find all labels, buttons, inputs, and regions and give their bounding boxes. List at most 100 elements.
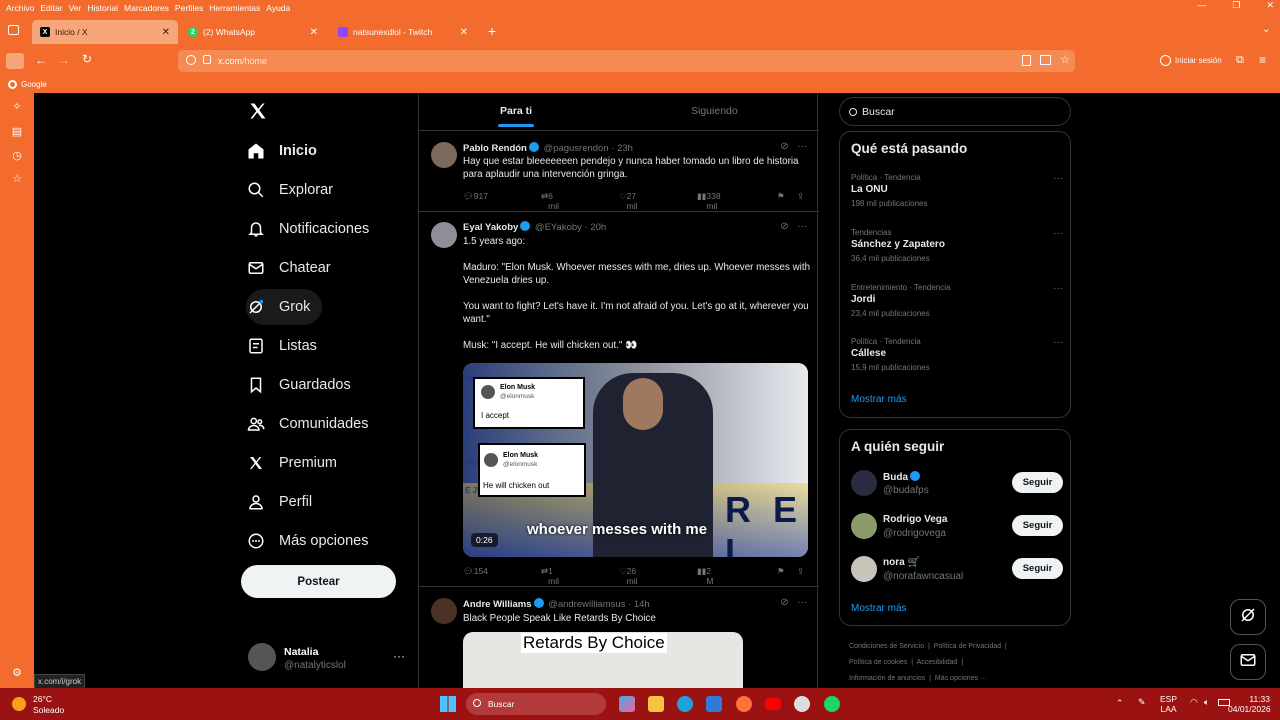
tab-menu-chevron-icon[interactable]: ⌄	[1262, 24, 1270, 35]
mail-icon[interactable]	[706, 696, 722, 712]
tray-pen-icon[interactable]: ✎	[1138, 697, 1146, 708]
search-field[interactable]: Buscar	[839, 97, 1071, 126]
menu-marcadores[interactable]: Marcadores	[124, 3, 169, 13]
copilot-icon[interactable]	[619, 696, 635, 712]
lang-indicator[interactable]: ESP LAA	[1160, 694, 1177, 714]
repost-button[interactable]: ⇄ 6 mil	[541, 191, 559, 211]
menu-herramientas[interactable]: Herramientas	[209, 3, 260, 13]
avatar[interactable]	[851, 556, 877, 582]
account-icon[interactable]	[1160, 55, 1171, 66]
ai-sparkle-icon[interactable]: ✧	[11, 101, 23, 113]
footer-link[interactable]: Accesibilidad	[917, 659, 958, 666]
grok-icon[interactable]: ⊘	[780, 597, 788, 608]
menu-ayuda[interactable]: Ayuda	[266, 3, 290, 13]
views-button[interactable]: ▮▮ 2 M	[697, 566, 713, 586]
like-button[interactable]: ♡ 27 mil	[619, 191, 637, 211]
clock[interactable]: 11:33 04/01/2026	[1228, 694, 1271, 714]
nav-grok[interactable]: Grok	[246, 289, 323, 325]
author-name[interactable]: Pablo Rendón	[463, 143, 527, 154]
lock-icon[interactable]	[203, 55, 211, 64]
tweet[interactable]: Eyal Yakoby @EYakoby · 20h ⊘ ··· 1.5 yea…	[419, 213, 819, 587]
reload-icon[interactable]: ↻	[82, 52, 92, 66]
reply-button[interactable]: 💬︎ 917	[463, 191, 488, 202]
nav-comunidades[interactable]: Comunidades	[246, 406, 368, 442]
author-handle[interactable]: @EYakoby · 20h	[535, 222, 606, 233]
menu-historial[interactable]: Historial	[87, 3, 118, 13]
avatar[interactable]	[431, 142, 457, 168]
follow-suggestion[interactable]: nora 🛒 @norafawncasual Seguir	[851, 554, 1063, 584]
edge-icon[interactable]	[677, 696, 693, 712]
show-more-link[interactable]: Mostrar más	[851, 603, 907, 614]
follow-button[interactable]: Seguir	[1012, 472, 1063, 493]
volume-icon[interactable]: 🔈︎	[1204, 697, 1209, 708]
nav-notificaciones[interactable]: Notificaciones	[246, 211, 369, 247]
tweet-media[interactable]: Retards By Choice	[463, 632, 743, 688]
restore-icon[interactable]: ❐	[1232, 0, 1240, 11]
weather-temp[interactable]: 26°C	[33, 694, 52, 704]
follow-button[interactable]: Seguir	[1012, 515, 1063, 536]
nav-mas-opciones[interactable]: Más opciones	[246, 523, 368, 559]
close-tab-icon[interactable]: ✕	[460, 27, 468, 38]
more-icon[interactable]: ···	[797, 221, 807, 232]
app-menu-icon[interactable]: ≡	[1259, 53, 1266, 67]
author-handle[interactable]: @pagusrendon · 23h	[544, 143, 633, 154]
history-icon[interactable]: ◷	[11, 150, 23, 162]
spotify-icon[interactable]	[824, 696, 840, 712]
extensions-icon[interactable]: ⧉	[1236, 54, 1244, 67]
share-icon[interactable]: ⇪	[797, 566, 804, 577]
footer-link[interactable]: Condiciones de Servicio	[849, 643, 924, 650]
bookmark-star-icon[interactable]: ☆	[1060, 53, 1070, 66]
bookmarks-panel-icon[interactable]: ▤	[11, 126, 23, 138]
nav-listas[interactable]: Listas	[246, 328, 317, 364]
tab-siguiendo[interactable]: Siguiendo	[691, 105, 738, 117]
share-icon[interactable]: ⇪	[797, 191, 804, 202]
forward-icon[interactable]: →	[58, 53, 70, 67]
menu-archivo[interactable]: Archivo	[6, 3, 34, 13]
site-info-icon[interactable]	[186, 55, 196, 65]
follow-button[interactable]: Seguir	[1012, 558, 1063, 579]
tab-whatsapp[interactable]: 2 (2) WhatsApp ✕	[180, 20, 326, 44]
author-handle[interactable]: @andrewilliamsus · 14h	[548, 599, 650, 610]
menu-perfiles[interactable]: Perfiles	[175, 3, 203, 13]
footer-link[interactable]: Política de cookies	[849, 659, 907, 666]
signin-link[interactable]: Iniciar sesión	[1175, 56, 1222, 65]
footer-link[interactable]: Política de Privacidad	[934, 643, 1001, 650]
like-button[interactable]: ♡ 26 mil	[619, 566, 637, 586]
author-name[interactable]: Eyal Yakoby	[463, 222, 518, 233]
grok-fab-button[interactable]	[1230, 599, 1266, 635]
nav-inicio[interactable]: Inicio	[246, 133, 317, 169]
url-bar[interactable]: x.com/home ☆	[178, 50, 1075, 72]
file-explorer-icon[interactable]	[648, 696, 664, 712]
reader-icon[interactable]	[1022, 55, 1031, 66]
post-button[interactable]: Postear	[241, 565, 396, 598]
more-icon[interactable]: ···	[1053, 228, 1063, 239]
bookmark-google[interactable]: Google	[21, 80, 47, 89]
more-icon[interactable]: ···	[1053, 173, 1063, 184]
author-name[interactable]: Andre Williams	[463, 599, 532, 610]
messages-fab-button[interactable]	[1230, 644, 1266, 680]
reply-button[interactable]: 💬︎ 154	[463, 566, 488, 577]
bookmark-icon[interactable]: ⚑	[777, 191, 785, 202]
new-tab-icon[interactable]: +	[488, 23, 496, 39]
close-window-icon[interactable]: ✕	[1266, 0, 1274, 11]
footer-link[interactable]: Más opciones ···	[935, 675, 987, 682]
follow-suggestion[interactable]: Rodrigo Vega @rodrigovega Seguir	[851, 511, 1063, 541]
tab-list-icon[interactable]	[8, 25, 19, 35]
trend-item[interactable]: Tendencias Sánchez y Zapatero 36,4 mil p…	[851, 228, 1063, 263]
bookmark-icon[interactable]: ⚑	[777, 566, 785, 577]
avatar[interactable]	[431, 222, 457, 248]
more-icon[interactable]: ···	[1053, 283, 1063, 294]
wifi-icon[interactable]: ◠	[1190, 697, 1198, 708]
grok-icon[interactable]: ⊘	[780, 141, 788, 152]
tweet[interactable]: Pablo Rendón @pagusrendon · 23h ⊘ ··· Ha…	[419, 132, 819, 212]
menu-editar[interactable]: Editar	[40, 3, 62, 13]
trend-item[interactable]: Entretenimiento · Tendencia Jordi 23,4 m…	[851, 283, 1063, 318]
youtube-icon[interactable]	[765, 698, 781, 710]
weather-sun-icon[interactable]	[12, 697, 26, 711]
avatar[interactable]	[431, 598, 457, 624]
trend-item[interactable]: Política · Tendencia La ONU 198 mil publ…	[851, 173, 1063, 208]
nav-explorar[interactable]: Explorar	[246, 172, 333, 208]
more-icon[interactable]: ···	[1053, 337, 1063, 348]
close-tab-icon[interactable]: ✕	[310, 27, 318, 38]
nav-perfil[interactable]: Perfil	[246, 484, 312, 520]
